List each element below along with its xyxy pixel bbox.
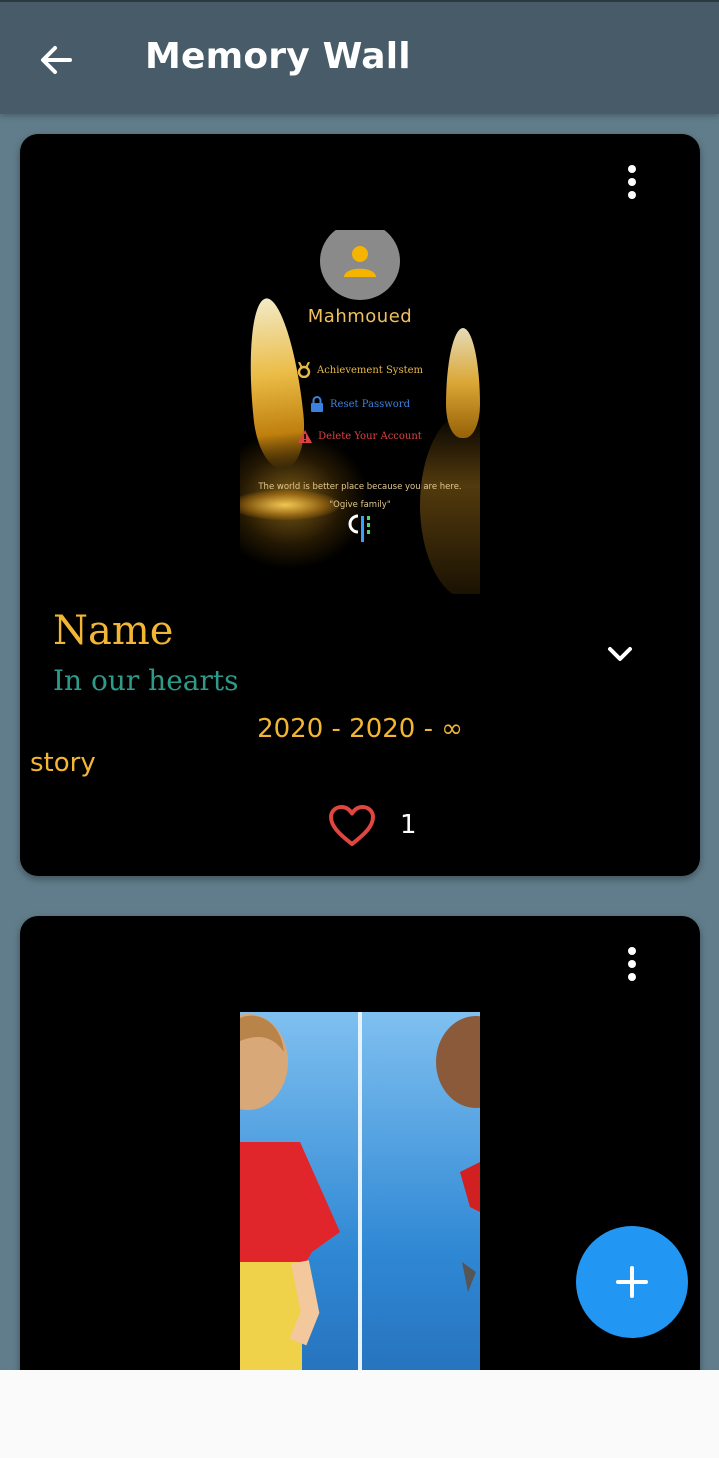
memory-photo[interactable]: Mahmoued Achievement System Reset Passwo… (240, 230, 480, 594)
loading-spinner-icon (348, 514, 370, 542)
memory-name: Name (53, 608, 174, 654)
profile-name: Mahmoued (307, 306, 413, 327)
memory-dates: 2020 - 2020 - ∞ (257, 714, 463, 744)
page-title: Memory Wall (145, 36, 411, 77)
memory-subtitle: In our hearts (53, 664, 239, 697)
menu-label: Achievement System (316, 364, 424, 376)
back-button[interactable] (28, 32, 84, 88)
like-button[interactable] (326, 802, 378, 850)
like-count: 1 (400, 810, 417, 840)
quote-line: The world is better place because you ar… (258, 482, 462, 492)
menu-row-delete: Delete Your Account (240, 430, 480, 443)
more-options-button[interactable] (616, 940, 648, 988)
arrow-left-icon (41, 46, 72, 74)
chevron-down-icon (608, 647, 632, 661)
memory-story: story (30, 748, 96, 778)
person-icon (344, 246, 376, 277)
heart-icon (329, 805, 375, 846)
bottom-panel (0, 1370, 719, 1458)
menu-row-achievement: Achievement System (240, 362, 480, 378)
more-vert-icon (628, 165, 636, 173)
more-vert-dot (628, 191, 636, 199)
warning-icon (298, 430, 313, 443)
menu-row-reset: Reset Password (240, 396, 480, 412)
app-bar: Memory Wall (0, 0, 719, 114)
medal-icon (297, 362, 311, 378)
menu-label: Delete Your Account (318, 431, 422, 442)
more-vert-icon (628, 947, 636, 955)
more-vert-dot (628, 960, 636, 968)
add-memory-button[interactable] (576, 1226, 688, 1338)
expand-button[interactable] (602, 636, 638, 672)
more-vert-dot (628, 178, 636, 186)
plus-icon (616, 1266, 648, 1298)
candle-flame-icon (446, 328, 480, 438)
menu-label: Reset Password (330, 398, 410, 410)
lock-icon (311, 396, 324, 412)
more-options-button[interactable] (616, 158, 648, 206)
quote-signature: "Ogive family" (329, 500, 391, 510)
more-vert-dot (628, 973, 636, 981)
avatar (320, 230, 400, 300)
memory-card[interactable]: Mahmoued Achievement System Reset Passwo… (20, 134, 700, 876)
